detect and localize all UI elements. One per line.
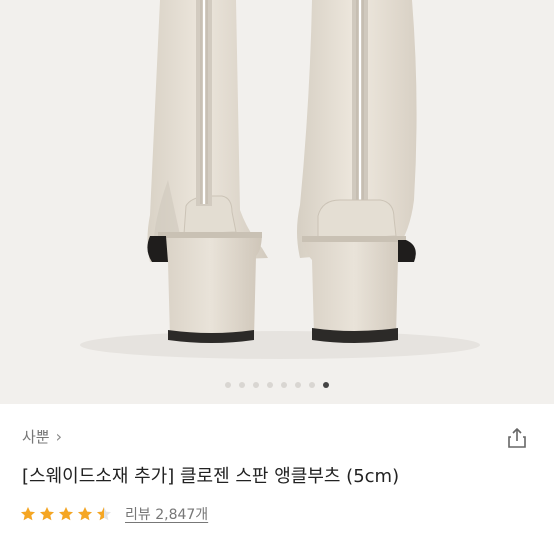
gallery-dot[interactable] bbox=[225, 382, 231, 388]
product-image[interactable] bbox=[0, 0, 554, 404]
gallery-dot[interactable] bbox=[323, 382, 329, 388]
product-info: 사뿐 › [스웨이드소재 추가] 클로젠 스판 앵클부츠 (5cm) 리뷰 2,… bbox=[0, 404, 554, 554]
rating-row: 리뷰 2,847개 bbox=[20, 504, 208, 524]
gallery-dot[interactable] bbox=[295, 382, 301, 388]
gallery-dot[interactable] bbox=[281, 382, 287, 388]
product-title: [스웨이드소재 추가] 클로젠 스판 앵클부츠 (5cm) bbox=[22, 466, 400, 487]
gallery-dot[interactable] bbox=[253, 382, 259, 388]
star-icon bbox=[78, 507, 92, 521]
share-icon[interactable] bbox=[505, 426, 529, 450]
gallery-dot[interactable] bbox=[267, 382, 273, 388]
star-icon bbox=[97, 507, 111, 521]
gallery-dot[interactable] bbox=[239, 382, 245, 388]
star-icon bbox=[21, 507, 35, 521]
gallery-dot[interactable] bbox=[309, 382, 315, 388]
rating-stars bbox=[20, 506, 112, 522]
review-count-link[interactable]: 리뷰 2,847개 bbox=[125, 504, 208, 524]
gallery-pagination bbox=[0, 382, 554, 388]
brand-name: 사뿐 bbox=[22, 428, 50, 446]
chevron-right-icon: › bbox=[55, 427, 63, 446]
star-icon bbox=[40, 507, 54, 521]
brand-link[interactable]: 사뿐 › bbox=[22, 426, 62, 447]
star-icon bbox=[59, 507, 73, 521]
